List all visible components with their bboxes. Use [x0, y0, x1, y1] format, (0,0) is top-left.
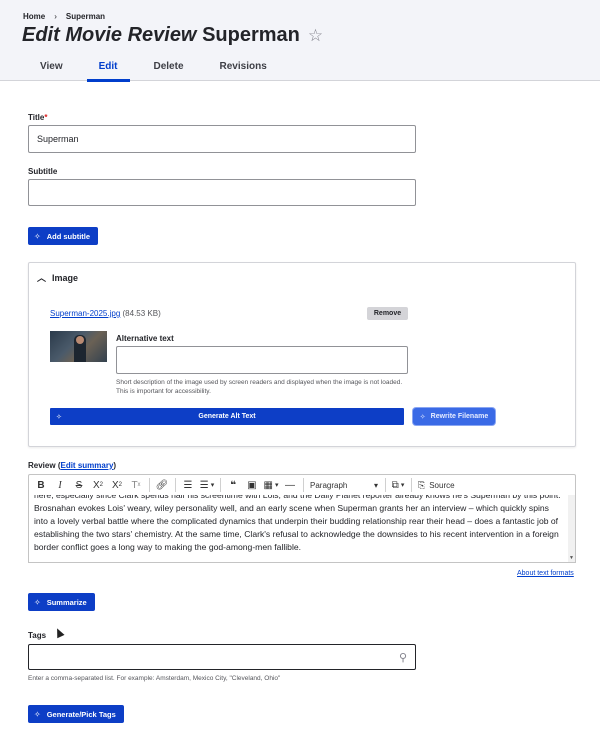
toolbar-separator [175, 478, 176, 492]
mouse-cursor [53, 626, 65, 639]
page-title-name: Superman [202, 24, 300, 46]
paragraph-dropdown[interactable]: Paragraph ▾ [307, 476, 381, 494]
subtitle-input[interactable] [28, 179, 416, 206]
alt-text-input[interactable] [116, 346, 408, 374]
toolbar-separator [220, 478, 221, 492]
add-subtitle-label: Add subtitle [46, 231, 91, 241]
rewrite-filename-button[interactable]: ✧ Rewrite Filename [413, 408, 495, 425]
required-mark: * [44, 113, 48, 122]
file-info: Superman-2025.jpg (84.53 KB) [50, 309, 161, 318]
generate-alt-text-button[interactable]: ✧ Generate Alt Text [50, 408, 404, 425]
toolbar-separator [149, 478, 150, 492]
breadcrumb-separator: › [54, 12, 57, 21]
subscript-button[interactable]: X2 [108, 476, 126, 494]
toolbar-separator [411, 478, 412, 492]
breadcrumb-current[interactable]: Superman [66, 12, 105, 21]
review-editor[interactable]: here, especially since Clark spends half… [28, 495, 576, 563]
tabs: View Edit Delete Revisions [22, 56, 285, 82]
image-details-summary[interactable]: ︿ Image [37, 271, 78, 284]
blockquote-icon[interactable]: ❝ [224, 476, 242, 494]
tags-label: Tags [28, 631, 47, 640]
search-icon: ⚲ [398, 652, 407, 664]
superscript-button[interactable]: X2 [89, 476, 107, 494]
page-title: Edit Movie Review Superman [22, 24, 300, 47]
sparkle-icon: ✧ [34, 709, 41, 719]
subtitle-label: Subtitle [28, 167, 58, 176]
file-name-link[interactable]: Superman-2025.jpg [50, 309, 120, 318]
review-text[interactable]: here, especially since Clark spends half… [34, 495, 564, 554]
page-title-prefix: Edit Movie Review [22, 24, 197, 46]
source-icon: ⎘ [418, 479, 426, 490]
generate-pick-tags-button[interactable]: ✧ Generate/Pick Tags [28, 705, 124, 723]
thumbnail-face [76, 336, 84, 344]
scroll-down-icon[interactable]: ▼ [569, 555, 574, 561]
image-summary-label: Image [52, 272, 79, 283]
title-label-text: Title [28, 113, 45, 122]
paragraph-label: Paragraph [310, 480, 348, 490]
breadcrumb-home[interactable]: Home [23, 12, 45, 21]
superscript-mark: 2 [99, 482, 103, 488]
italic-button[interactable]: I [51, 476, 69, 494]
alt-text-description: Short description of the image used by s… [116, 379, 403, 395]
chevron-up-icon: ︿ [37, 273, 47, 283]
rewrite-filename-label: Rewrite Filename [430, 413, 489, 420]
source-label: Source [429, 480, 455, 490]
summarize-button[interactable]: ✧ Summarize [28, 593, 95, 611]
remove-format-button[interactable]: Tx [127, 476, 145, 494]
add-subtitle-button[interactable]: ✧ Add subtitle [28, 227, 99, 245]
summarize-label: Summarize [46, 597, 87, 607]
star-icon[interactable]: ☆ [308, 26, 323, 46]
toolbar-separator [303, 478, 304, 492]
about-text-formats-link[interactable]: About text formats [517, 570, 574, 577]
bold-button[interactable]: B [32, 476, 50, 494]
file-size: (84.53 KB) [122, 309, 161, 318]
horizontal-line-icon[interactable]: — [281, 476, 299, 494]
title-input[interactable]: Superman [28, 125, 416, 153]
tags-input[interactable]: ⚲ [28, 644, 416, 670]
generate-alt-text-label: Generate Alt Text [198, 413, 256, 420]
breadcrumb: Home › Superman [23, 12, 105, 21]
strikethrough-button[interactable]: S [70, 476, 88, 494]
editor-toolbar: B I S X2 X2 Tx 🔗︎ ☰ ☰ ▾ ❝ ▣ ▦ ▾ — Paragrap… [28, 474, 576, 496]
link-icon[interactable]: 🔗︎ [153, 476, 171, 494]
bulleted-list-icon[interactable]: ☰ [179, 476, 197, 494]
title-row: Edit Movie Review Superman ☆ [22, 24, 323, 47]
title-label: Title* [28, 113, 47, 122]
tab-edit[interactable]: Edit [81, 56, 136, 82]
numbered-list-icon[interactable]: ☰ ▾ [198, 476, 216, 494]
generate-pick-tags-label: Generate/Pick Tags [46, 709, 116, 719]
sparkle-icon: ✧ [34, 597, 41, 607]
editor-scrollbar[interactable]: ▼ [568, 495, 575, 562]
image-details: ︿ Image Superman-2025.jpg (84.53 KB) Rem… [28, 262, 576, 447]
image-upload-icon[interactable]: ▣ [243, 476, 261, 494]
remove-button[interactable]: Remove [367, 307, 408, 320]
tags-description: Enter a comma-separated list. For exampl… [28, 675, 281, 682]
image-thumbnail [50, 331, 107, 362]
table-icon[interactable]: ▦ ▾ [262, 476, 280, 494]
review-label-text: Review [28, 461, 56, 470]
sparkle-icon: ✧ [419, 413, 426, 421]
remove-format-mark: x [137, 482, 141, 488]
alt-text-label: Alternative text [116, 334, 174, 343]
page-header: Home › Superman Edit Movie Review Superm… [0, 0, 600, 82]
sparkle-icon: ✧ [56, 413, 62, 421]
source-button[interactable]: ⎘ Source [415, 476, 458, 494]
tab-view[interactable]: View [22, 56, 81, 81]
superscript-base: X [92, 479, 100, 491]
edit-summary-link[interactable]: Edit summary [60, 461, 113, 470]
tab-revisions[interactable]: Revisions [202, 56, 285, 81]
subscript-mark: 2 [118, 482, 122, 488]
review-label: Review (Edit summary) [28, 461, 116, 470]
subscript-base: X [111, 479, 119, 491]
tab-delete[interactable]: Delete [136, 56, 202, 81]
sparkle-icon: ✧ [34, 231, 41, 241]
ai-assistant-icon[interactable]: ⧉ ▾ [389, 476, 407, 494]
toolbar-separator [385, 478, 386, 492]
review-label-close-paren: ) [113, 461, 117, 470]
chevron-down-icon: ▾ [373, 480, 378, 490]
